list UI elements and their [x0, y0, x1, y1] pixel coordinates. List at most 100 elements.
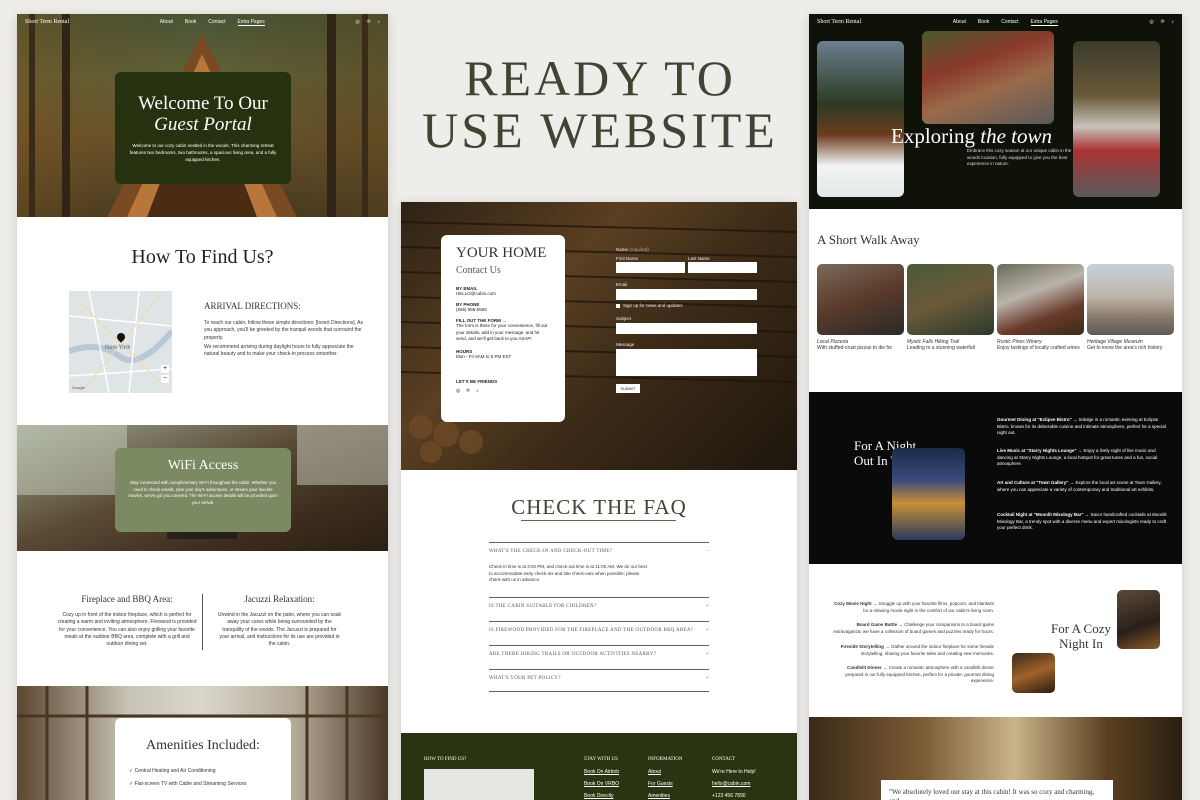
faq-item-4[interactable]: ARE THERE HIKING TRAILS OR OUTDOOR ACTIV… [489, 645, 709, 657]
night-in-title: For A Cozy Night In [1051, 621, 1111, 651]
nav-brand[interactable]: Short Term Rental [25, 19, 69, 25]
first-name-input[interactable] [616, 262, 685, 273]
headline-line-2: USE WEBSITE [422, 102, 778, 158]
message-label: Message [616, 342, 635, 347]
pinterest-icon[interactable]: ℗ [367, 19, 371, 25]
footer-link-guests[interactable]: For Guests [648, 781, 673, 787]
submit-button[interactable]: SUBMIT [616, 384, 640, 393]
instagram-icon[interactable]: ◎ [456, 388, 460, 394]
faq-item-5[interactable]: WHAT'S YOUR PET POLICY? + [489, 669, 709, 681]
footer-link-direct[interactable]: Book Directly [584, 793, 613, 799]
testimonial-quote: "We absolutely loved our stay at this ca… [889, 788, 1095, 800]
night-out-item-3: Art and Culture at "Town Gallery" → Expl… [997, 480, 1162, 492]
footer-link-vrbo[interactable]: Book On VRBO [584, 781, 619, 787]
explore-body: Embrace this cozy season at our unique c… [967, 148, 1072, 166]
contact-title: YOUR HOME [456, 245, 547, 261]
email-input[interactable] [616, 289, 757, 300]
arrival-title: ARRIVAL DIRECTIONS: [204, 301, 301, 311]
footer-link-amenities[interactable]: Amenities [648, 793, 670, 799]
winery-photo[interactable] [997, 264, 1084, 335]
contact-card: YOUR HOME Contact Us BY EMAIL HELLO@cabi… [441, 235, 565, 422]
arrival-paragraph-1: To reach our cabin, follow these simple … [204, 320, 363, 341]
footer-contact-phone[interactable]: +123 456 7890 [712, 793, 746, 799]
wifi-title: WiFi Access [167, 458, 239, 473]
map-zoom-out-button[interactable]: − [161, 375, 169, 383]
amenity-item: ✓ Central Heating and Air Conditioning [129, 768, 216, 774]
footer-contact-email[interactable]: hello@cabin.com [712, 781, 750, 787]
faq-answer-1: Check-in time is at 3:00 PM, and check-o… [489, 564, 647, 582]
footer-find-title: HOW TO FIND US? [424, 757, 467, 762]
nav-link-about[interactable]: About [160, 19, 173, 26]
amenity-item: ✓ Flat-screen TV with Cable and Streamin… [129, 781, 247, 787]
subject-label: Subject [616, 316, 632, 321]
plus-icon: + [705, 604, 709, 609]
map-google-label: Google [72, 385, 85, 390]
form-description: The form is there for your convenience, … [456, 323, 548, 341]
night-town-photo [892, 448, 965, 540]
instagram-icon[interactable]: ◎ [1149, 19, 1153, 25]
nav-link-about[interactable]: About [953, 19, 966, 26]
faq-item-2[interactable]: IS THE CABIN SUITABLE FOR CHILDREN? + [489, 597, 709, 609]
testimonial-card: "We absolutely loved our stay at this ca… [881, 780, 1113, 800]
message-textarea[interactable] [616, 349, 757, 376]
email-field-label: Email [616, 282, 628, 287]
walk-title: A Short Walk Away [817, 232, 920, 247]
walk-card-trail: Mystic Falls Hiking Trail Leading to a st… [907, 339, 975, 351]
last-name-input[interactable] [688, 262, 757, 273]
fireplace-title: Fireplace and BBQ Area: [81, 594, 173, 604]
wifi-card: WiFi Access Stay connected with complime… [115, 448, 291, 532]
hours-value: Mon - Fri 8AM to 5 PM EST [456, 353, 512, 359]
walk-card-winery: Rustic Pines Winery Enjoy tastings of loc… [997, 339, 1080, 351]
footer-link-about[interactable]: About [648, 769, 661, 775]
left-nav-bar: Short Term Rental About Book Contact Ext… [17, 14, 388, 30]
map-city-label: New York [105, 345, 131, 351]
nav-link-extra-pages[interactable]: Extra Pages [1030, 19, 1058, 26]
jacuzzi-title: Jacuzzi Relaxation: [244, 594, 315, 604]
hiking-trail-photo[interactable] [907, 264, 994, 335]
hero-welcome-card: Welcome To Our Guest Portal Welcome to o… [115, 72, 291, 184]
footer-map[interactable] [424, 769, 534, 800]
plus-icon: + [705, 676, 709, 681]
map[interactable]: New York Google + − [69, 291, 172, 393]
nav-link-book[interactable]: Book [185, 19, 196, 26]
plus-icon: + [705, 628, 709, 633]
pizzeria-photo[interactable] [817, 264, 904, 335]
faq-item-3[interactable]: IS FIREWOOD PROVIDED FOR THE FIREPLACE A… [489, 621, 709, 633]
footer-info-title: INFORMATION [648, 757, 683, 762]
faq-title-underline [521, 520, 676, 521]
pinterest-icon[interactable]: ℗ [1161, 19, 1165, 25]
middle-page-preview: YOUR HOME Contact Us BY EMAIL HELLO@cabi… [401, 202, 797, 800]
footer: HOW TO FIND US? STAY WITH US Book On Air… [401, 733, 797, 800]
tiktok-icon[interactable]: ♪ [476, 388, 479, 394]
faq-bottom-rule [489, 691, 709, 692]
nav-link-contact[interactable]: Contact [208, 19, 225, 26]
town-aerial-photo [922, 31, 1054, 124]
night-in-item-1: Cozy Movie Night → Snuggle up with your … [834, 601, 994, 613]
subject-input[interactable] [616, 323, 757, 334]
walk-card-museum: Heritage Village Museum Get to know the a… [1087, 339, 1163, 351]
tiktok-icon[interactable]: ♪ [1171, 19, 1174, 25]
footer-link-airbnb[interactable]: Book On Airbnb [584, 769, 619, 775]
friends-label: LET'S BE FRIENDS [456, 378, 498, 384]
pinterest-icon[interactable]: ℗ [466, 388, 470, 394]
tiktok-icon[interactable]: ♪ [377, 19, 380, 25]
night-in-item-2: Board Game Battle → Challenge your compa… [833, 622, 994, 634]
fireplace-body: Cozy up in front of the indoor fireplace… [57, 612, 197, 647]
find-us-title: How To Find Us? [131, 246, 274, 268]
right-nav-bar: Short Term Rental About Book Contact Ext… [809, 14, 1182, 30]
nav-brand[interactable]: Short Term Rental [817, 19, 861, 25]
museum-photo[interactable] [1087, 264, 1174, 335]
nav-link-book[interactable]: Book [978, 19, 989, 26]
nav-link-contact[interactable]: Contact [1001, 19, 1018, 26]
night-out-item-2: Live Music at "Starry Nights Lounge" → E… [997, 448, 1158, 466]
nav-link-extra-pages[interactable]: Extra Pages [237, 19, 265, 26]
faq-item-1[interactable]: WHAT'S THE CHECK-IN AND CHECK-OUT TIME? − [489, 542, 709, 554]
street-shops-photo [1073, 41, 1160, 197]
email-value[interactable]: HELLO@cabin.com [456, 291, 550, 296]
first-name-label: First Name [616, 256, 639, 261]
instagram-icon[interactable]: ◎ [355, 19, 359, 25]
phone-value[interactable]: (555) 555-5555 [456, 307, 550, 312]
faq-title: CHECK THE FAQ [511, 495, 687, 519]
signup-checkbox[interactable] [616, 304, 620, 308]
map-zoom-in-button[interactable]: + [161, 365, 169, 373]
